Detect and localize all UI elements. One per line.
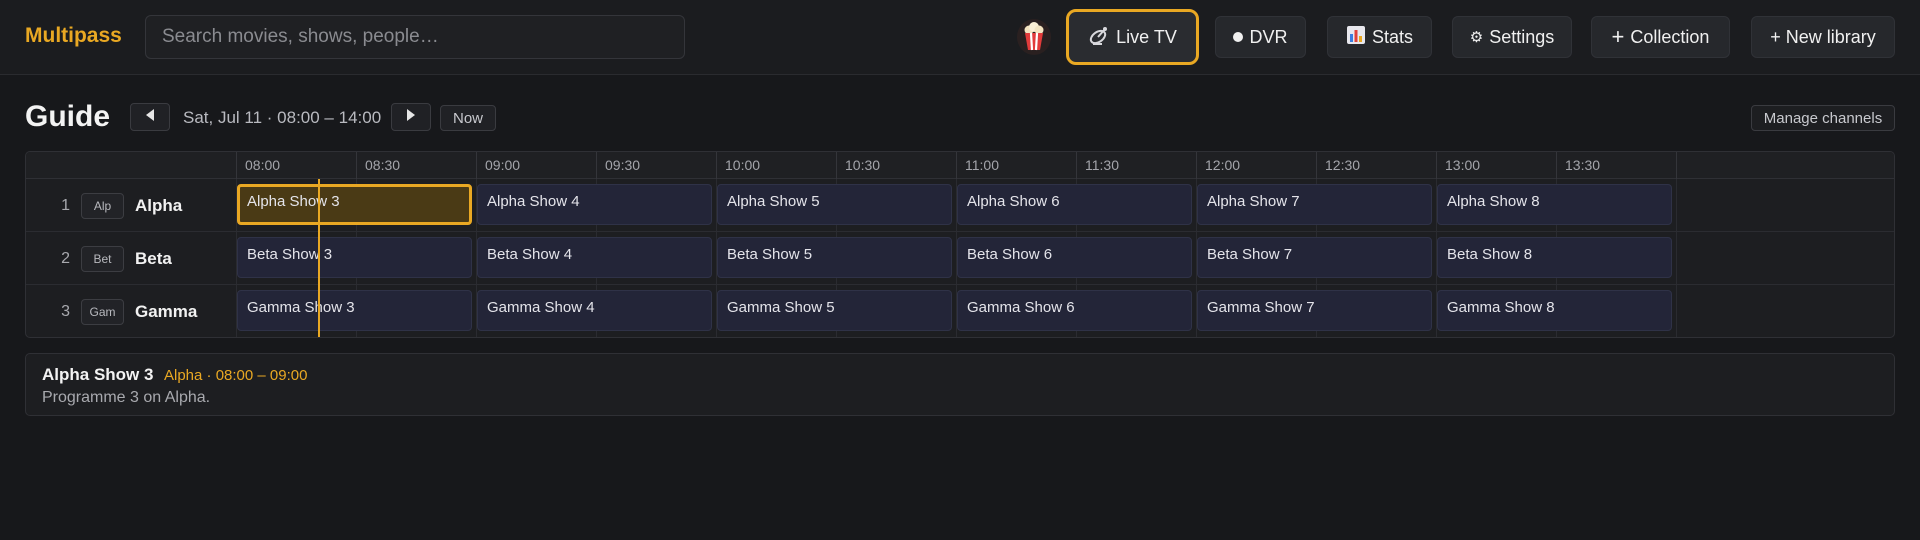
time-tick: 09:30 — [596, 152, 716, 179]
dvr-label: DVR — [1249, 26, 1288, 47]
program-block[interactable]: Alpha Show 8 — [1437, 184, 1672, 225]
program-block[interactable]: Beta Show 4 — [477, 237, 712, 278]
time-tick: 12:00 — [1196, 152, 1316, 179]
prev-range-button[interactable] — [130, 103, 170, 131]
live-tv-label: Live TV — [1116, 26, 1177, 47]
live-tv-button[interactable]: Live TV — [1066, 9, 1199, 65]
channel-name[interactable]: Alpha — [135, 196, 182, 216]
program-block[interactable]: Beta Show 8 — [1437, 237, 1672, 278]
current-time-indicator — [318, 179, 320, 337]
time-end-divider — [1676, 152, 1677, 179]
channel-number: 3 — [61, 303, 70, 320]
time-tick: 10:30 — [836, 152, 956, 179]
program-block[interactable]: Alpha Show 5 — [717, 184, 952, 225]
time-tick: 08:30 — [356, 152, 476, 179]
program-block[interactable]: Beta Show 6 — [957, 237, 1192, 278]
dvr-button[interactable]: DVR — [1215, 16, 1306, 58]
program-block[interactable]: Gamma Show 3 — [237, 290, 472, 331]
guide-grid: 08:00 08:30 09:00 09:30 10:00 10:30 11:00 11:30… — [25, 151, 1895, 338]
record-dot-icon — [1233, 32, 1244, 42]
page-title: Guide — [25, 100, 111, 133]
top-bar: Multipass Live TV DVR — [0, 0, 1920, 75]
now-button[interactable]: Now — [440, 105, 496, 131]
program-block[interactable]: Gamma Show 7 — [1197, 290, 1432, 331]
detail-description: Programme 3 on Alpha. — [42, 389, 211, 406]
program-block[interactable]: Gamma Show 6 — [957, 290, 1192, 331]
date-range-label: Sat, Jul 11 · 08:00 – 14:00 — [183, 108, 382, 127]
program-block[interactable]: Gamma Show 5 — [717, 290, 952, 331]
detail-meta: Alpha · 08:00 – 09:00 — [164, 367, 308, 384]
add-collection-button[interactable]: + Collection — [1591, 16, 1730, 58]
program-block[interactable]: Beta Show 7 — [1197, 237, 1432, 278]
program-detail-panel: Alpha Show 3 Alpha · 08:00 – 09:00 Progr… — [25, 353, 1895, 416]
program-block[interactable]: Gamma Show 4 — [477, 290, 712, 331]
settings-label: Settings — [1489, 26, 1555, 47]
stats-button[interactable]: Stats — [1327, 16, 1432, 58]
time-tick: 08:00 — [236, 152, 356, 179]
channel-row: 3 Gam Gamma Gamma Show 3 Gamma Show 4 Gamma S… — [26, 285, 1894, 337]
channel-logo[interactable]: Alp — [81, 193, 124, 219]
popcorn-icon[interactable] — [1017, 19, 1051, 55]
time-tick: 10:00 — [716, 152, 836, 179]
time-tick: 11:00 — [956, 152, 1076, 179]
channel-name[interactable]: Beta — [135, 249, 172, 269]
brand-logo[interactable]: Multipass — [25, 24, 122, 48]
triangle-right-icon — [405, 108, 417, 127]
bar-chart-icon — [1346, 25, 1366, 50]
channel-logo[interactable]: Gam — [81, 299, 124, 325]
time-header: 08:00 08:30 09:00 09:30 10:00 10:30 11:00 11:30… — [26, 152, 1894, 179]
time-tick: 13:30 — [1556, 152, 1676, 179]
new-library-button[interactable]: + New library — [1751, 16, 1895, 58]
settings-button[interactable]: ⚙ Settings — [1452, 16, 1572, 58]
triangle-left-icon — [144, 108, 156, 127]
program-block[interactable]: Alpha Show 4 — [477, 184, 712, 225]
channel-logo[interactable]: Bet — [81, 246, 124, 272]
stats-label: Stats — [1371, 26, 1414, 47]
search-input[interactable] — [145, 15, 685, 59]
plus-icon: + — [1611, 24, 1625, 49]
time-tick: 11:30 — [1076, 152, 1196, 179]
time-tick: 13:00 — [1436, 152, 1556, 179]
new-library-label: + New library — [1770, 26, 1876, 47]
program-block[interactable]: Gamma Show 8 — [1437, 290, 1672, 331]
program-block[interactable]: Alpha Show 3 — [237, 184, 472, 225]
channel-row: 2 Bet Beta Beta Show 3 Beta Show 4 Beta Show … — [26, 232, 1894, 285]
program-block[interactable]: Alpha Show 7 — [1197, 184, 1432, 225]
program-block[interactable]: Beta Show 5 — [717, 237, 952, 278]
channel-row: 1 Alp Alpha Alpha Show 3 Alpha Show 4 Alpha S… — [26, 179, 1894, 232]
channel-number: 2 — [61, 250, 70, 267]
time-tick: 12:30 — [1316, 152, 1436, 179]
program-block[interactable]: Beta Show 3 — [237, 237, 472, 278]
detail-title: Alpha Show 3 — [42, 365, 154, 384]
collection-label: Collection — [1630, 26, 1710, 47]
channel-number: 1 — [61, 197, 70, 214]
gear-icon: ⚙ — [1469, 29, 1484, 46]
time-tick: 09:00 — [476, 152, 596, 179]
program-block[interactable]: Alpha Show 6 — [957, 184, 1192, 225]
next-range-button[interactable] — [391, 103, 431, 131]
satellite-icon — [1088, 25, 1110, 50]
channel-name[interactable]: Gamma — [135, 302, 197, 322]
manage-channels-button[interactable]: Manage channels — [1751, 105, 1895, 131]
